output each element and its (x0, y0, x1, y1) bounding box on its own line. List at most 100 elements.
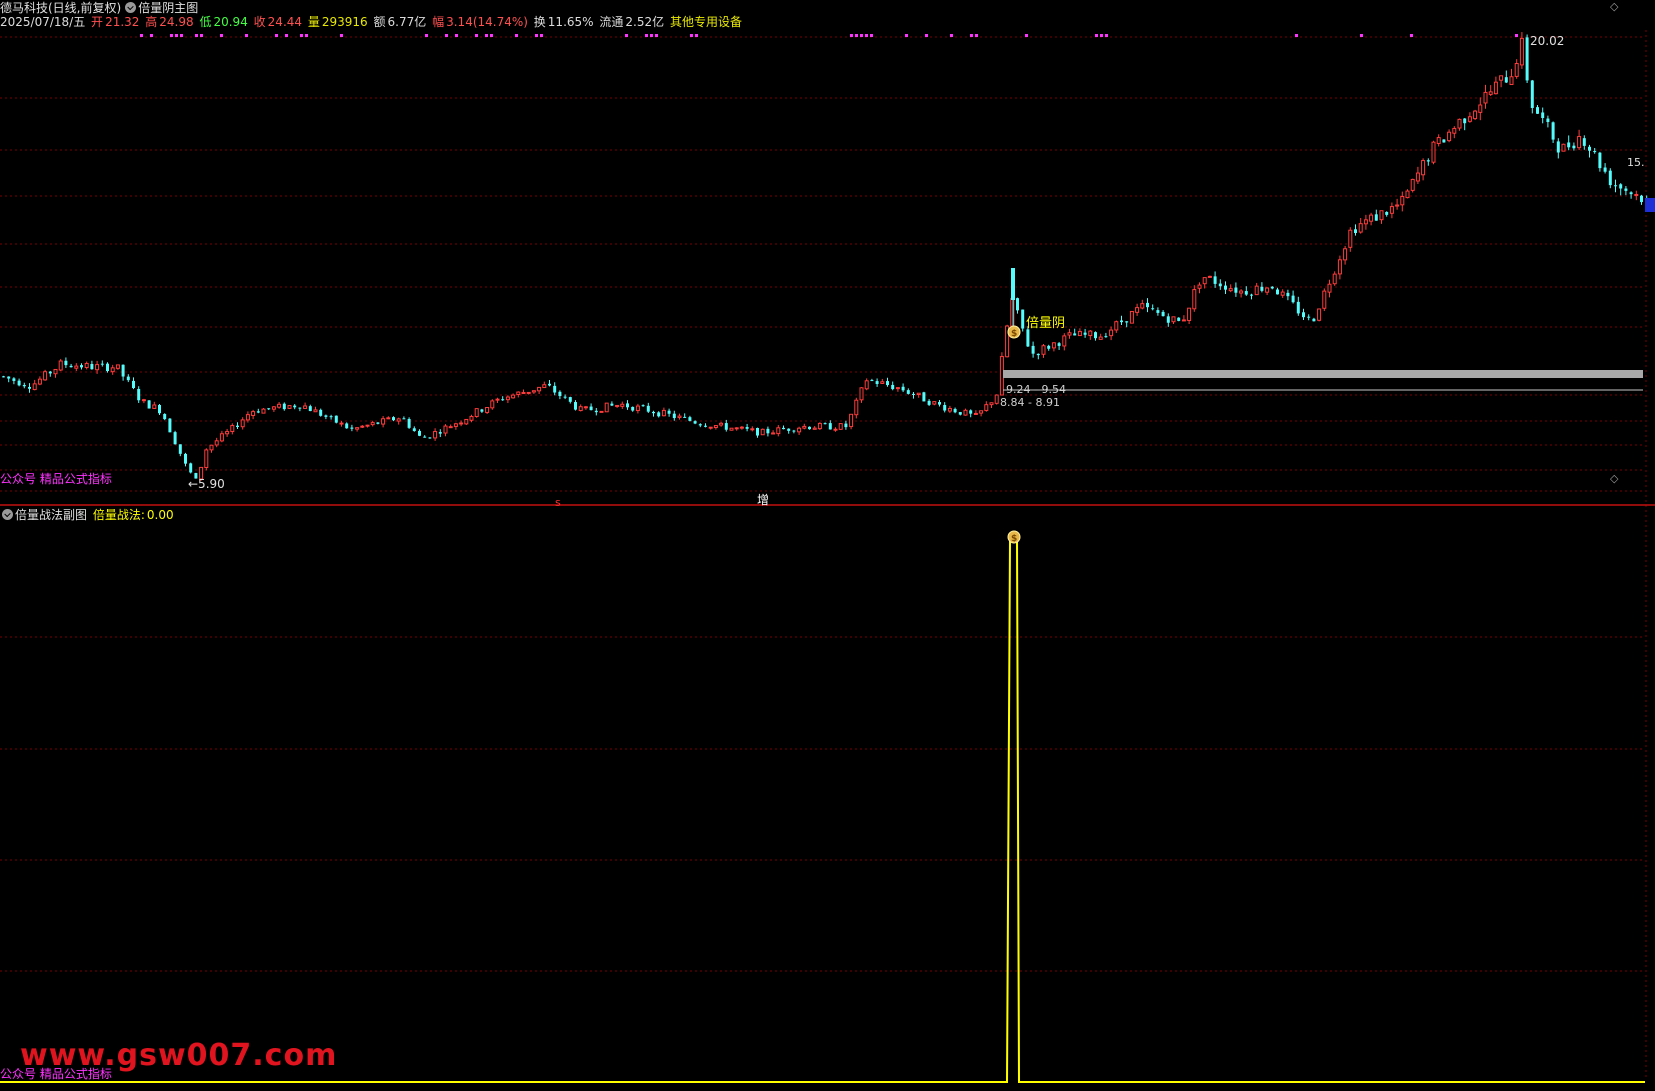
candle[interactable] (1519, 32, 1524, 69)
candle[interactable] (698, 423, 702, 428)
candle[interactable] (553, 382, 557, 396)
candle[interactable] (1197, 282, 1202, 294)
candle[interactable] (1244, 286, 1248, 296)
candle[interactable] (922, 391, 926, 402)
candle[interactable] (1603, 163, 1607, 174)
candle[interactable] (480, 408, 484, 413)
candle[interactable] (1436, 134, 1441, 147)
candle[interactable] (704, 423, 707, 428)
candle[interactable] (599, 410, 604, 413)
candle[interactable] (1181, 315, 1186, 322)
candle[interactable] (345, 422, 349, 429)
candle[interactable] (1166, 313, 1170, 327)
candle[interactable] (994, 394, 999, 405)
candle[interactable] (1041, 343, 1046, 358)
candle[interactable] (729, 427, 734, 431)
candle[interactable] (734, 427, 739, 431)
candle[interactable] (1302, 308, 1305, 321)
candle[interactable] (719, 421, 724, 427)
candle[interactable] (1567, 135, 1571, 151)
candle[interactable] (1640, 194, 1643, 205)
candle[interactable] (1234, 282, 1238, 297)
candle[interactable] (548, 380, 551, 387)
candle[interactable] (1016, 297, 1019, 314)
candle[interactable] (739, 425, 744, 430)
candle[interactable] (969, 409, 973, 418)
candle[interactable] (635, 403, 640, 414)
candle[interactable] (927, 399, 931, 407)
candle[interactable] (787, 428, 791, 434)
candle[interactable] (1598, 151, 1602, 172)
candle[interactable] (282, 402, 286, 411)
candle[interactable] (1109, 326, 1114, 341)
candle[interactable] (531, 390, 536, 394)
candle[interactable] (641, 404, 645, 407)
candle[interactable] (1135, 303, 1140, 316)
candle[interactable] (1541, 107, 1545, 124)
candle[interactable] (1291, 290, 1295, 304)
candle[interactable] (1104, 332, 1108, 338)
candle[interactable] (84, 361, 89, 370)
candle[interactable] (1265, 287, 1270, 296)
candle[interactable] (615, 404, 620, 408)
candle[interactable] (891, 381, 895, 391)
candle[interactable] (808, 426, 811, 430)
candle[interactable] (521, 389, 526, 395)
candle[interactable] (1337, 255, 1342, 280)
candle[interactable] (859, 387, 864, 403)
candle[interactable] (1619, 183, 1623, 196)
candle[interactable] (1021, 309, 1025, 332)
candle[interactable] (1629, 191, 1633, 199)
candle[interactable] (433, 428, 438, 441)
candle[interactable] (1280, 289, 1285, 298)
candle[interactable] (386, 416, 391, 420)
candle[interactable] (58, 358, 63, 372)
candle[interactable] (168, 418, 172, 433)
candle[interactable] (812, 426, 817, 430)
candle[interactable] (943, 402, 947, 413)
candle[interactable] (271, 405, 276, 412)
candle[interactable] (657, 411, 661, 418)
candle[interactable] (428, 437, 432, 439)
candle[interactable] (334, 415, 338, 424)
candle[interactable] (490, 399, 495, 410)
candle[interactable] (1322, 288, 1327, 312)
candle[interactable] (100, 360, 104, 367)
candle[interactable] (1358, 217, 1363, 234)
candle[interactable] (1463, 118, 1467, 131)
candle[interactable] (792, 429, 796, 434)
candle[interactable] (412, 426, 416, 432)
candle[interactable] (1369, 212, 1374, 226)
candle[interactable] (1114, 320, 1119, 333)
candle[interactable] (708, 426, 713, 430)
candle[interactable] (464, 418, 469, 426)
candle[interactable] (610, 401, 614, 407)
candle[interactable] (1514, 59, 1519, 79)
candle[interactable] (568, 396, 572, 404)
candle[interactable] (849, 413, 854, 430)
candle[interactable] (1400, 191, 1405, 212)
candle[interactable] (1426, 158, 1430, 166)
candle[interactable] (1525, 34, 1529, 83)
candle[interactable] (158, 403, 161, 416)
candle[interactable] (1410, 178, 1415, 193)
candle[interactable] (1098, 333, 1103, 340)
candle[interactable] (1389, 202, 1394, 219)
candle[interactable] (189, 462, 193, 474)
candle[interactable] (350, 424, 354, 432)
candle[interactable] (683, 413, 687, 418)
candle[interactable] (932, 401, 937, 406)
candle[interactable] (423, 435, 427, 438)
candle[interactable] (1415, 166, 1420, 185)
candle[interactable] (1146, 298, 1149, 313)
candle[interactable] (1129, 310, 1134, 324)
candle[interactable] (1608, 168, 1612, 189)
candle[interactable] (953, 407, 957, 414)
candle[interactable] (64, 357, 68, 368)
candle[interactable] (1348, 227, 1353, 252)
candle[interactable] (1156, 307, 1160, 316)
candle[interactable] (1254, 282, 1259, 296)
candle[interactable] (1379, 210, 1384, 224)
candle[interactable] (574, 400, 577, 411)
candle[interactable] (895, 387, 900, 392)
